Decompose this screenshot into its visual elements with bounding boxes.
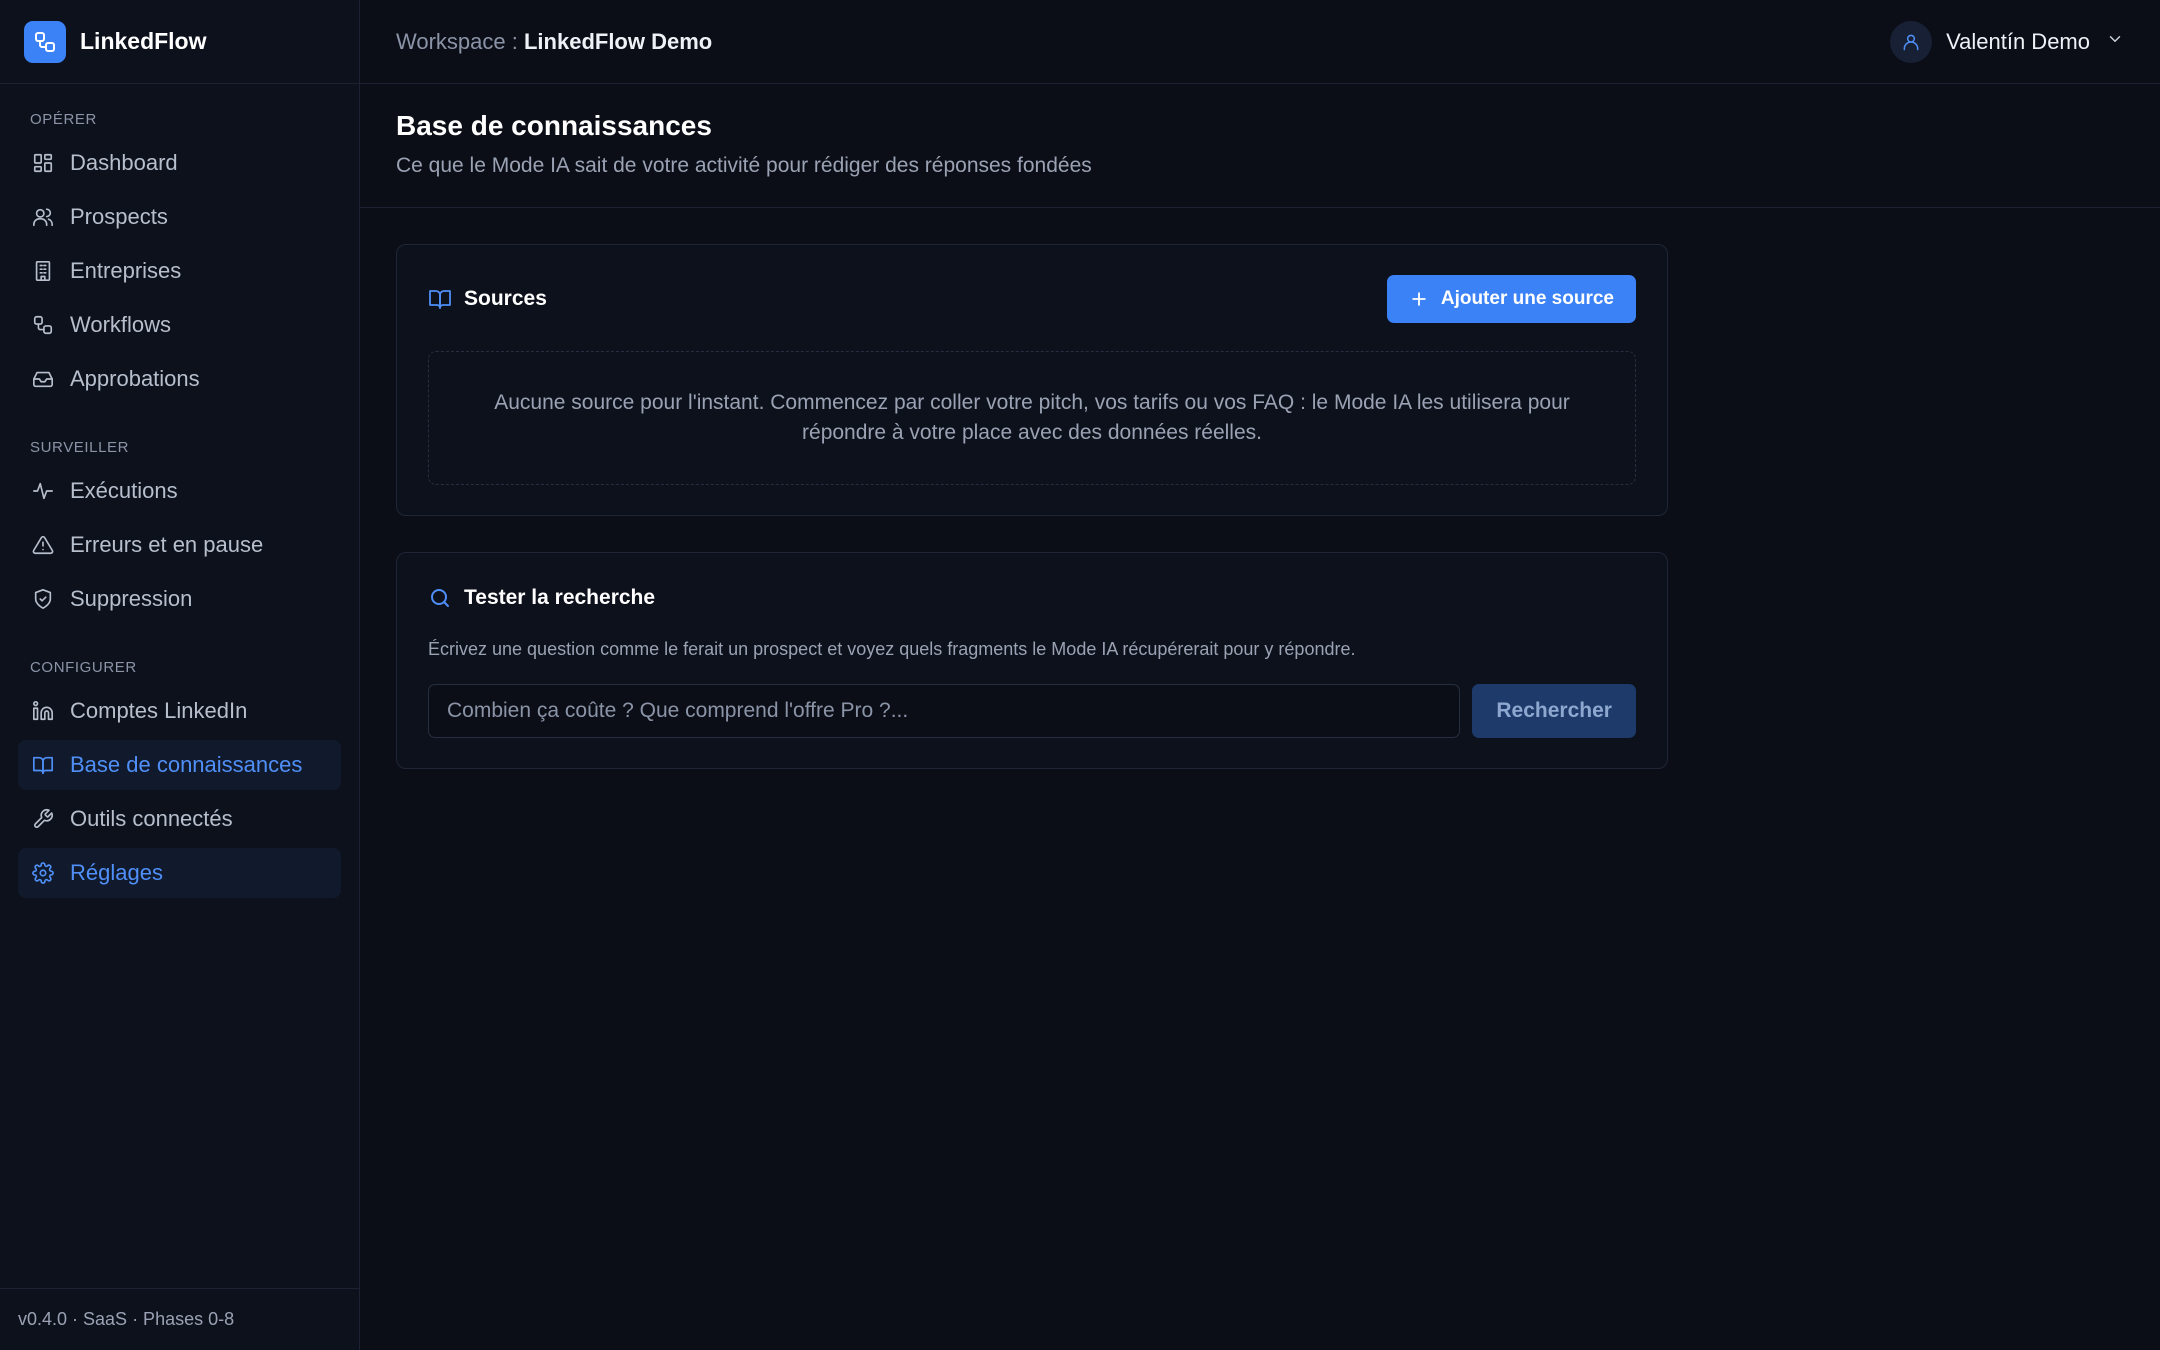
sidebar-item-outils-connectes[interactable]: Outils connectés [18, 794, 341, 844]
sidebar-item-label: Approbations [70, 366, 200, 391]
sidebar-item-suppression[interactable]: Suppression [18, 574, 341, 624]
chevron-down-icon [2106, 30, 2124, 53]
sources-card-header: Sources Ajouter une source [428, 275, 1636, 323]
sidebar-item-label: Comptes LinkedIn [70, 698, 248, 723]
add-source-button[interactable]: Ajouter une source [1386, 275, 1636, 323]
sources-empty-state: Aucune source pour l'instant. Commencez … [428, 351, 1636, 485]
sources-title: Sources [428, 286, 547, 312]
nav-section-operer: OPÉRER [30, 110, 97, 128]
sidebar-item-label: Exécutions [70, 478, 178, 503]
workspace-label: Workspace : [396, 28, 524, 54]
sidebar-item-executions[interactable]: Exécutions [18, 466, 341, 516]
brand-name: LinkedFlow [80, 28, 207, 54]
sidebar-item-label: Prospects [70, 204, 168, 229]
workflow-icon [30, 312, 56, 338]
warning-icon [30, 532, 56, 558]
dashboard-icon [30, 150, 56, 176]
search-row: Rechercher [428, 684, 1636, 738]
linkedin-icon [30, 698, 56, 724]
user-icon [1890, 20, 1933, 63]
sources-title-text: Sources [464, 287, 547, 310]
sources-card: Sources Ajouter une source Aucune source… [396, 244, 1668, 516]
wrench-icon [30, 806, 56, 832]
user-menu[interactable]: Valentín Demo [1890, 20, 2124, 63]
sidebar-item-erreurs[interactable]: Erreurs et en pause [18, 520, 341, 570]
search-test-title: Tester la recherche [428, 583, 1636, 613]
sidebar-nav: OPÉRER Dashboard Prospects Entreprises W… [0, 104, 359, 898]
search-test-card: Tester la recherche Écrivez une question… [396, 552, 1668, 769]
search-input[interactable] [428, 684, 1461, 738]
workflow-icon [24, 20, 66, 63]
sidebar-item-dashboard[interactable]: Dashboard [18, 138, 341, 188]
plus-icon [1409, 289, 1429, 309]
page-title: Base de connaissances [396, 110, 712, 141]
inbox-icon [30, 366, 56, 392]
users-icon [30, 204, 56, 230]
page-subtitle: Ce que le Mode IA sait de votre activité… [396, 154, 1092, 177]
sidebar-item-label: Workflows [70, 312, 172, 337]
sidebar-item-label: Dashboard [70, 150, 178, 175]
search-icon [428, 585, 454, 611]
gear-icon [30, 860, 56, 886]
book-icon [30, 752, 56, 778]
page-header: Base de connaissances Ce que le Mode IA … [360, 84, 2160, 208]
sidebar-item-approbations[interactable]: Approbations [18, 354, 341, 404]
sidebar-item-label: Entreprises [70, 258, 182, 283]
search-description: Écrivez une question comme le ferait un … [428, 639, 1356, 659]
sidebar-item-reglages[interactable]: Réglages [18, 848, 341, 898]
topbar: Workspace : LinkedFlow Demo Valentín Dem… [360, 0, 2160, 84]
version-info: v0.4.0 · SaaS · Phases 0-8 [0, 1288, 359, 1350]
search-test-title-text: Tester la recherche [464, 586, 656, 609]
brand[interactable]: LinkedFlow [0, 0, 359, 84]
sidebar-item-label: Erreurs et en pause [70, 532, 264, 557]
sidebar-item-base-de-connaissances[interactable]: Base de connaissances [18, 740, 341, 790]
sidebar: LinkedFlow OPÉRER Dashboard Prospects En… [0, 0, 360, 1350]
search-button[interactable]: Rechercher [1472, 684, 1636, 738]
sidebar-item-label: Réglages [70, 860, 163, 885]
user-name: Valentín Demo [1946, 28, 2090, 54]
sidebar-item-comptes-linkedin[interactable]: Comptes LinkedIn [18, 686, 341, 736]
nav-section-configurer: CONFIGURER [30, 658, 137, 676]
main: Workspace : LinkedFlow Demo Valentín Dem… [360, 0, 2160, 1350]
sidebar-item-prospects[interactable]: Prospects [18, 192, 341, 242]
content: Sources Ajouter une source Aucune source… [360, 208, 2160, 769]
sidebar-item-label: Suppression [70, 586, 193, 611]
building-icon [30, 258, 56, 284]
sidebar-item-label: Base de connaissances [70, 752, 303, 777]
activity-icon [30, 478, 56, 504]
sidebar-item-label: Outils connectés [70, 806, 233, 831]
shield-icon [30, 586, 56, 612]
nav-section-surveiller: SURVEILLER [30, 438, 130, 456]
sidebar-item-workflows[interactable]: Workflows [18, 300, 341, 350]
add-source-label: Ajouter une source [1440, 288, 1614, 309]
workspace-name: LinkedFlow Demo [523, 28, 713, 54]
workspace-indicator: Workspace : LinkedFlow Demo [396, 29, 712, 55]
sidebar-item-entreprises[interactable]: Entreprises [18, 246, 341, 296]
book-icon [428, 286, 454, 312]
